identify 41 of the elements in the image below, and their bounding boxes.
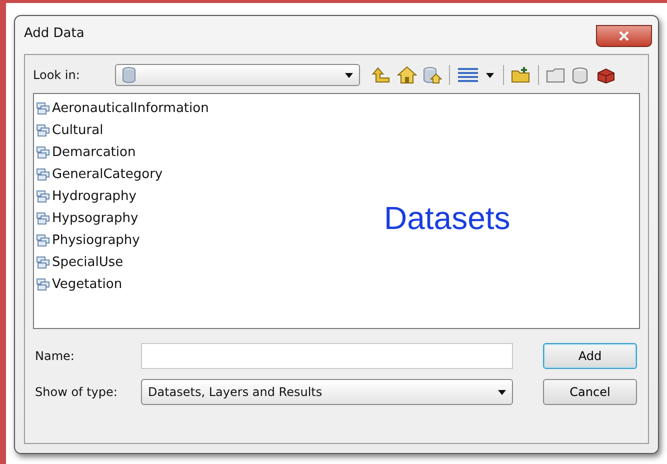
up-arrow-icon[interactable] [372, 66, 392, 84]
name-field[interactable] [141, 343, 513, 369]
list-view-icon[interactable] [457, 66, 479, 84]
toolbox-icon[interactable] [596, 66, 616, 84]
dataset-item[interactable]: Vegetation [36, 273, 122, 295]
dataset-icon [36, 190, 51, 202]
dataset-icon [36, 234, 51, 246]
dataset-icon [36, 278, 51, 290]
type-dropdown[interactable]: Datasets, Layers and Results [141, 379, 513, 405]
dataset-item[interactable]: Cultural [36, 119, 104, 141]
dropdown-arrow-icon [498, 390, 506, 394]
folder-icon[interactable] [546, 66, 566, 84]
cancel-button[interactable]: Cancel [543, 379, 637, 405]
dataset-item[interactable]: Hypsography [36, 207, 138, 229]
dataset-icon [36, 212, 51, 224]
new-folder-icon[interactable] [511, 66, 531, 84]
dataset-item[interactable]: Physiography [36, 229, 140, 251]
window-title: Add Data [24, 26, 84, 41]
dataset-icon [36, 168, 51, 180]
type-label: Show of type: [35, 385, 118, 399]
look-in-label: Look in: [33, 68, 81, 82]
close-icon [618, 31, 630, 41]
dataset-item[interactable]: SpecialUse [36, 251, 124, 273]
database-home-icon[interactable] [422, 66, 442, 84]
name-label: Name: [35, 349, 76, 363]
dataset-item[interactable]: Hydrography [36, 185, 136, 207]
dataset-icon [36, 256, 51, 268]
dataset-icon [36, 146, 51, 158]
overlay-label: Datasets [384, 200, 510, 237]
database-icon [122, 67, 136, 83]
dataset-icon [36, 124, 51, 136]
close-button[interactable] [596, 25, 652, 47]
home-icon[interactable] [397, 66, 417, 84]
dataset-item[interactable]: Demarcation [36, 141, 136, 163]
dataset-item[interactable]: AeronauticalInformation [36, 97, 209, 119]
dataset-item[interactable]: GeneralCategory [36, 163, 163, 185]
dataset-icon [36, 102, 51, 114]
look-in-dropdown[interactable] [115, 64, 360, 86]
dropdown-arrow-icon [345, 72, 353, 78]
add-button[interactable]: Add [543, 343, 637, 369]
dropdown-arrow-icon[interactable] [486, 72, 494, 78]
